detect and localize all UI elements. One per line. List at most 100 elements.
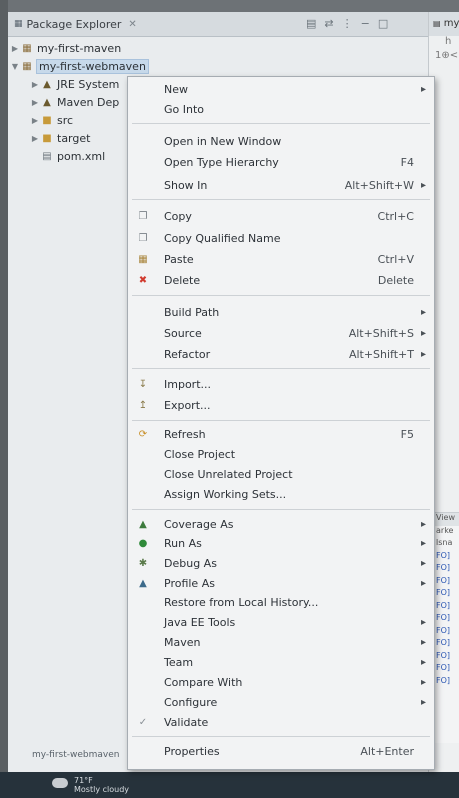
tree-item-my-first-webmaven[interactable]: ▼ ▦ my-first-webmaven [8, 57, 428, 75]
menu-item-copy-qualified-name[interactable]: ❐ Copy Qualified Name [128, 228, 434, 248]
menu-item-copy[interactable]: ❐ Copy Ctrl+C [128, 206, 434, 226]
console-view: View arke lsna FO] FO] FO] FO] FO] FO] F… [434, 512, 459, 743]
file-icon: ▤ [433, 19, 441, 28]
console-line: FO] [436, 588, 451, 597]
menu-item-label: Debug As [164, 556, 217, 570]
menu-item-label: Copy Qualified Name [164, 231, 281, 245]
menu-item-team[interactable]: Team ▸ [128, 652, 434, 672]
menu-item-label: Restore from Local History... [164, 595, 319, 609]
menu-item-shortcut: F5 [400, 427, 414, 441]
menu-item-label: Configure [164, 695, 218, 709]
cloud-icon [52, 778, 68, 788]
coverage-icon: ▲ [139, 518, 147, 530]
console-line: FO] [436, 650, 451, 660]
editor-line: 1⊕< [435, 50, 459, 61]
menu-item-source[interactable]: Source Alt+Shift+S ▸ [128, 323, 434, 343]
profile-icon: ▲ [139, 577, 147, 589]
paste-icon: ▦ [138, 253, 148, 265]
menu-item-label: Assign Working Sets... [164, 487, 287, 501]
tab-package-explorer-label: Package Explorer [26, 17, 122, 31]
editor-tab-label: my-f [443, 18, 459, 29]
menu-item-refresh[interactable]: ⟳ Refresh F5 [128, 424, 434, 444]
menu-item-validate[interactable]: ✓ Validate [128, 712, 434, 732]
delete-icon: ✖ [138, 274, 148, 286]
submenu-arrow-icon: ▸ [420, 348, 426, 360]
submenu-arrow-icon: ▸ [420, 557, 426, 569]
folder-icon: ■ [42, 132, 52, 144]
menu-item-shortcut: Alt+Enter [360, 744, 414, 758]
menu-item-shortcut: F4 [400, 155, 414, 169]
tree-item-label: target [57, 131, 91, 145]
menu-item-profile-as[interactable]: ▲ Profile As ▸ [128, 573, 434, 593]
editor-tab[interactable]: ▤ my-f [429, 12, 459, 36]
tab-package-explorer[interactable]: ▦ Package Explorer ✕ [8, 12, 143, 36]
tree-item-label: my-first-maven [37, 41, 122, 55]
minimize-icon[interactable]: − [361, 17, 370, 30]
export-icon: ↥ [138, 399, 148, 411]
menu-item-label: Properties [164, 744, 220, 758]
console-line: FO] [436, 600, 451, 610]
menu-item-debug-as[interactable]: ✱ Debug As ▸ [128, 553, 434, 573]
menu-item-label: Import... [164, 377, 211, 391]
menu-item-import[interactable]: ↧ Import... [128, 374, 434, 394]
menu-item-compare-with[interactable]: Compare With ▸ [128, 672, 434, 692]
menu-item-assign-working-sets[interactable]: Assign Working Sets... [128, 484, 434, 504]
chevron-right-icon[interactable]: ▶ [30, 134, 40, 143]
menu-item-paste[interactable]: ▦ Paste Ctrl+V [128, 249, 434, 269]
chevron-right-icon[interactable]: ▶ [30, 98, 40, 107]
menu-separator [132, 199, 430, 200]
menu-item-label: Close Unrelated Project [164, 467, 293, 481]
menu-item-show-in[interactable]: Show In Alt+Shift+W ▸ [128, 175, 434, 195]
submenu-arrow-icon: ▸ [420, 616, 426, 628]
collapse-all-icon[interactable]: ▤ [306, 17, 316, 30]
menu-item-close-unrelated-project[interactable]: Close Unrelated Project [128, 464, 434, 484]
menu-item-export[interactable]: ↥ Export... [128, 395, 434, 415]
console-line: FO] [436, 625, 451, 635]
menu-item-label: Open Type Hierarchy [164, 155, 279, 169]
menu-item-restore-local-history[interactable]: Restore from Local History... [128, 592, 434, 612]
console-line: FO] [436, 663, 451, 672]
link-editor-icon[interactable]: ⇄ [324, 17, 333, 30]
menu-item-run-as[interactable]: ● Run As ▸ [128, 533, 434, 553]
weather-widget[interactable]: 71°F Mostly cloudy [74, 776, 129, 794]
menu-item-label: Close Project [164, 447, 236, 461]
tree-item-label: src [57, 113, 74, 127]
menu-item-coverage-as[interactable]: ▲ Coverage As ▸ [128, 514, 434, 534]
submenu-arrow-icon: ▸ [420, 696, 426, 708]
close-icon[interactable]: ✕ [128, 19, 136, 30]
menu-item-shortcut: Ctrl+C [377, 209, 414, 223]
menu-item-properties[interactable]: Properties Alt+Enter [128, 741, 434, 761]
console-line: FO] [436, 675, 451, 685]
chevron-down-icon[interactable]: ▼ [10, 62, 20, 71]
menu-item-open-new-window[interactable]: Open in New Window [128, 131, 434, 151]
menu-item-java-ee-tools[interactable]: Java EE Tools ▸ [128, 612, 434, 632]
console-line: FO] [436, 563, 451, 572]
menu-item-go-into[interactable]: Go Into [128, 99, 434, 119]
tree-item-label: JRE System [57, 77, 120, 91]
menu-item-open-type-hierarchy[interactable]: Open Type Hierarchy F4 [128, 152, 434, 172]
chevron-right-icon[interactable]: ▶ [30, 116, 40, 125]
menu-item-new[interactable]: New ▸ [128, 79, 434, 99]
console-tab-label[interactable]: View [434, 513, 459, 526]
maximize-icon[interactable]: □ [378, 17, 388, 30]
tree-item-label: my-first-webmaven [36, 58, 149, 74]
chevron-right-icon[interactable]: ▶ [30, 80, 40, 89]
tree-item-my-first-maven[interactable]: ▶ ▦ my-first-maven [8, 39, 428, 57]
menu-item-label: New [164, 82, 188, 96]
menu-item-delete[interactable]: ✖ Delete Delete [128, 270, 434, 290]
submenu-arrow-icon: ▸ [420, 636, 426, 648]
view-menu-icon[interactable]: ⋮ [342, 17, 353, 30]
menu-item-maven[interactable]: Maven ▸ [128, 632, 434, 652]
chevron-right-icon[interactable]: ▶ [10, 44, 20, 53]
menu-item-label: Java EE Tools [164, 615, 236, 629]
tree-item-label: pom.xml [57, 149, 106, 163]
xml-file-icon: ▤ [42, 150, 52, 162]
folder-icon: ■ [42, 114, 52, 126]
weather-temperature: 71°F [74, 776, 93, 785]
menu-item-label: Go Into [164, 102, 205, 116]
menu-item-configure[interactable]: Configure ▸ [128, 692, 434, 712]
menu-item-refactor[interactable]: Refactor Alt+Shift+T ▸ [128, 344, 434, 364]
context-menu: New ▸ Go Into Open in New Window Open Ty… [127, 76, 435, 770]
menu-item-close-project[interactable]: Close Project [128, 444, 434, 464]
menu-item-build-path[interactable]: Build Path ▸ [128, 302, 434, 322]
